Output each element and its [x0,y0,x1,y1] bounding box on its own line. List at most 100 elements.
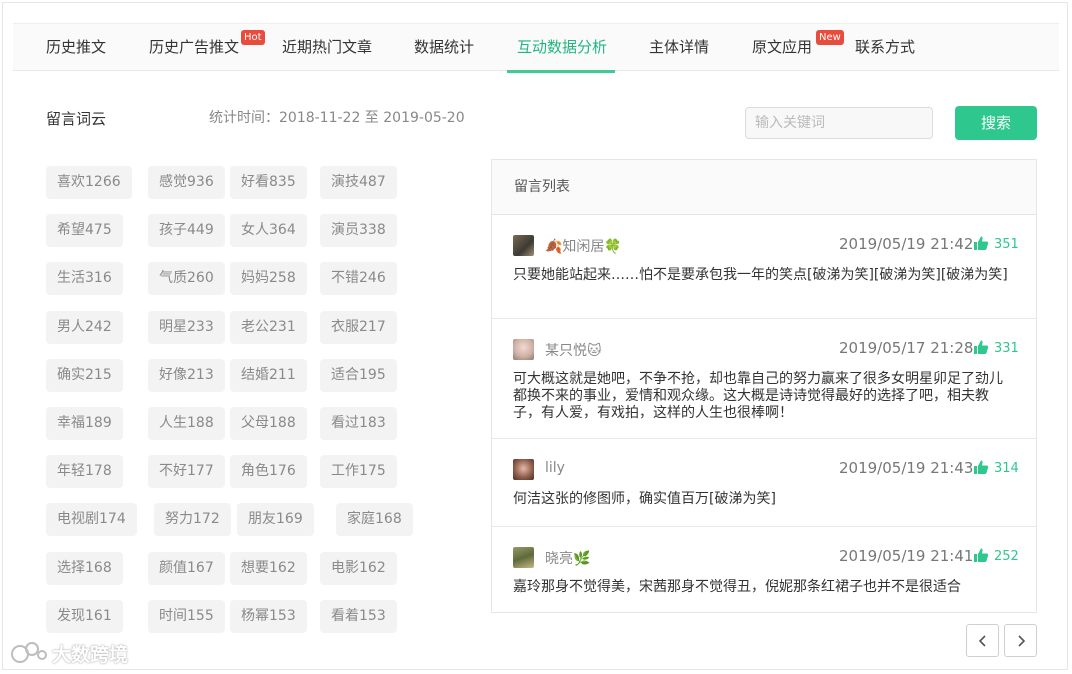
comment-time: 2019/05/19 21:41 [839,547,974,565]
tab-original-app[interactable]: 原文应用 [752,24,812,71]
tab-entity-details[interactable]: 主体详情 [649,24,709,71]
stat-time-range: 统计时间：2018-11-22 至 2019-05-20 [209,110,465,126]
word-tag[interactable]: 演技487 [320,166,397,199]
comment-text: 何洁这张的修图师，确实值百万[破涕为笑] [513,491,776,507]
chevron-left-icon [978,635,986,647]
comment-username: 晓亮🌿 [545,551,591,567]
watermark-text: 大数跨境 [52,643,129,666]
tab-label: 联系方式 [855,38,916,56]
wordcloud-title: 留言词云 [46,110,107,128]
comment-list-panel: 留言列表 🍂知闲居🍀 2019/05/19 21:42 351 只要她能站起来…… [491,159,1037,613]
thumbs-up-icon[interactable] [973,339,989,355]
tab-label: 互动数据分析 [517,38,608,56]
thumbs-up-icon[interactable] [973,459,989,475]
word-tag[interactable]: 角色176 [230,455,307,488]
prev-page-button[interactable] [966,624,999,657]
tab-label: 近期热门文章 [282,38,373,56]
word-tag[interactable]: 男人242 [46,311,123,344]
word-tag[interactable]: 看着153 [320,600,397,633]
new-badge: New [816,30,844,45]
word-tag[interactable]: 气质260 [148,262,225,295]
word-tag[interactable]: 希望475 [46,214,123,247]
tab-label: 数据统计 [414,38,475,56]
like-count: 351 [994,237,1019,252]
watermark-logo-icon [11,642,47,663]
word-tag[interactable]: 感觉936 [148,166,225,199]
tab-history-posts[interactable]: 历史推文 [46,24,106,71]
word-tag[interactable]: 电影162 [320,552,397,585]
word-tag[interactable]: 看过183 [320,407,397,440]
tab-recent-hot-articles[interactable]: 近期热门文章 [282,24,372,71]
comment-text: 只要她能站起来……怕不是要承包我一年的笑点[破涕为笑][破涕为笑][破涕为笑] [513,267,1008,283]
word-tag[interactable]: 确实215 [46,359,123,392]
watermark: 大数跨境 [10,638,128,668]
word-tag[interactable]: 不错246 [320,262,397,295]
word-tag[interactable]: 老公231 [230,311,307,344]
word-tag[interactable]: 孩子449 [148,214,225,247]
tab-label: 历史推文 [46,38,107,56]
word-tag[interactable]: 好像213 [148,359,225,392]
avatar [513,235,534,256]
comment-text: 嘉玲那身不觉得美，宋茜那身不觉得丑，倪妮那条红裙子也并不是很适合 [513,579,961,595]
avatar [513,339,534,360]
next-page-button[interactable] [1004,624,1037,657]
word-tag[interactable]: 选择168 [46,552,123,585]
comment-time: 2019/05/19 21:43 [839,459,974,477]
tab-label: 主体详情 [649,38,710,56]
comment-item: 某只悦🐱 2019/05/17 21:28 331 可大概这就是她吧，不争不抢，… [492,319,1036,439]
comment-username: 🍂知闲居🍀 [545,239,622,255]
word-tag[interactable]: 演员338 [320,214,397,247]
word-tag[interactable]: 不好177 [148,455,225,488]
comment-username: 某只悦🐱 [545,343,602,359]
word-tag[interactable]: 好看835 [230,166,307,199]
word-tag[interactable]: 妈妈258 [230,262,307,295]
thumbs-up-icon[interactable] [973,235,989,251]
search-button[interactable]: 搜索 [955,106,1037,140]
word-tag[interactable]: 颜值167 [148,552,225,585]
word-tag[interactable]: 父母188 [230,407,307,440]
word-tag[interactable]: 想要162 [230,552,307,585]
word-tag[interactable]: 适合195 [320,359,397,392]
word-tag[interactable]: 喜欢1266 [46,166,132,199]
thumbs-up-icon[interactable] [973,547,989,563]
tab-data-statistics[interactable]: 数据统计 [414,24,474,71]
tab-label: 原文应用 [752,38,813,56]
word-tag[interactable]: 明星233 [148,311,225,344]
comment-text: 可大概这就是她吧，不争不抢，却也靠自己的努力赢来了很多女明星卯足了劲儿都换不来的… [513,371,1003,421]
word-tag[interactable]: 家庭168 [336,503,413,536]
avatar [513,547,534,568]
tab-history-ad-posts[interactable]: 历史广告推文 [149,24,239,71]
avatar [513,459,534,480]
tab-contact[interactable]: 联系方式 [855,24,915,71]
like-count: 314 [994,461,1019,476]
comment-username: lily [545,460,565,476]
like-count: 331 [994,341,1019,356]
word-tag[interactable]: 结婚211 [230,359,307,392]
word-tag[interactable]: 工作175 [320,455,397,488]
comment-item: 🍂知闲居🍀 2019/05/19 21:42 351 只要她能站起来……怕不是要… [492,215,1036,319]
word-tag[interactable]: 努力172 [154,503,231,536]
like-count: 252 [994,549,1019,564]
word-tag[interactable]: 生活316 [46,262,123,295]
comment-list-title: 留言列表 [492,160,1036,215]
word-tag[interactable]: 人生188 [148,407,225,440]
word-tag[interactable]: 杨幂153 [230,600,307,633]
comment-item: 晓亮🌿 2019/05/19 21:41 252 嘉玲那身不觉得美，宋茜那身不觉… [492,527,1036,612]
word-tag[interactable]: 电视剧174 [46,503,137,536]
active-tab-indicator [507,70,615,73]
hot-badge: Hot [241,30,265,45]
keyword-search-input[interactable] [745,107,933,139]
tab-bar: 历史推文 历史广告推文 Hot 近期热门文章 数据统计 互动数据分析 主体详情 … [13,23,1059,71]
tab-label: 历史广告推文 [149,38,240,56]
comment-time: 2019/05/17 21:28 [839,339,974,357]
word-tag[interactable]: 时间155 [148,600,225,633]
comment-time: 2019/05/19 21:42 [839,235,974,253]
word-tag[interactable]: 朋友169 [237,503,314,536]
chevron-right-icon [1018,635,1026,647]
tab-interaction-analysis[interactable]: 互动数据分析 [517,24,607,71]
word-tag[interactable]: 发现161 [46,600,123,633]
word-tag[interactable]: 年轻178 [46,455,123,488]
word-tag[interactable]: 幸福189 [46,407,123,440]
word-tag[interactable]: 女人364 [230,214,307,247]
word-tag[interactable]: 衣服217 [320,311,397,344]
